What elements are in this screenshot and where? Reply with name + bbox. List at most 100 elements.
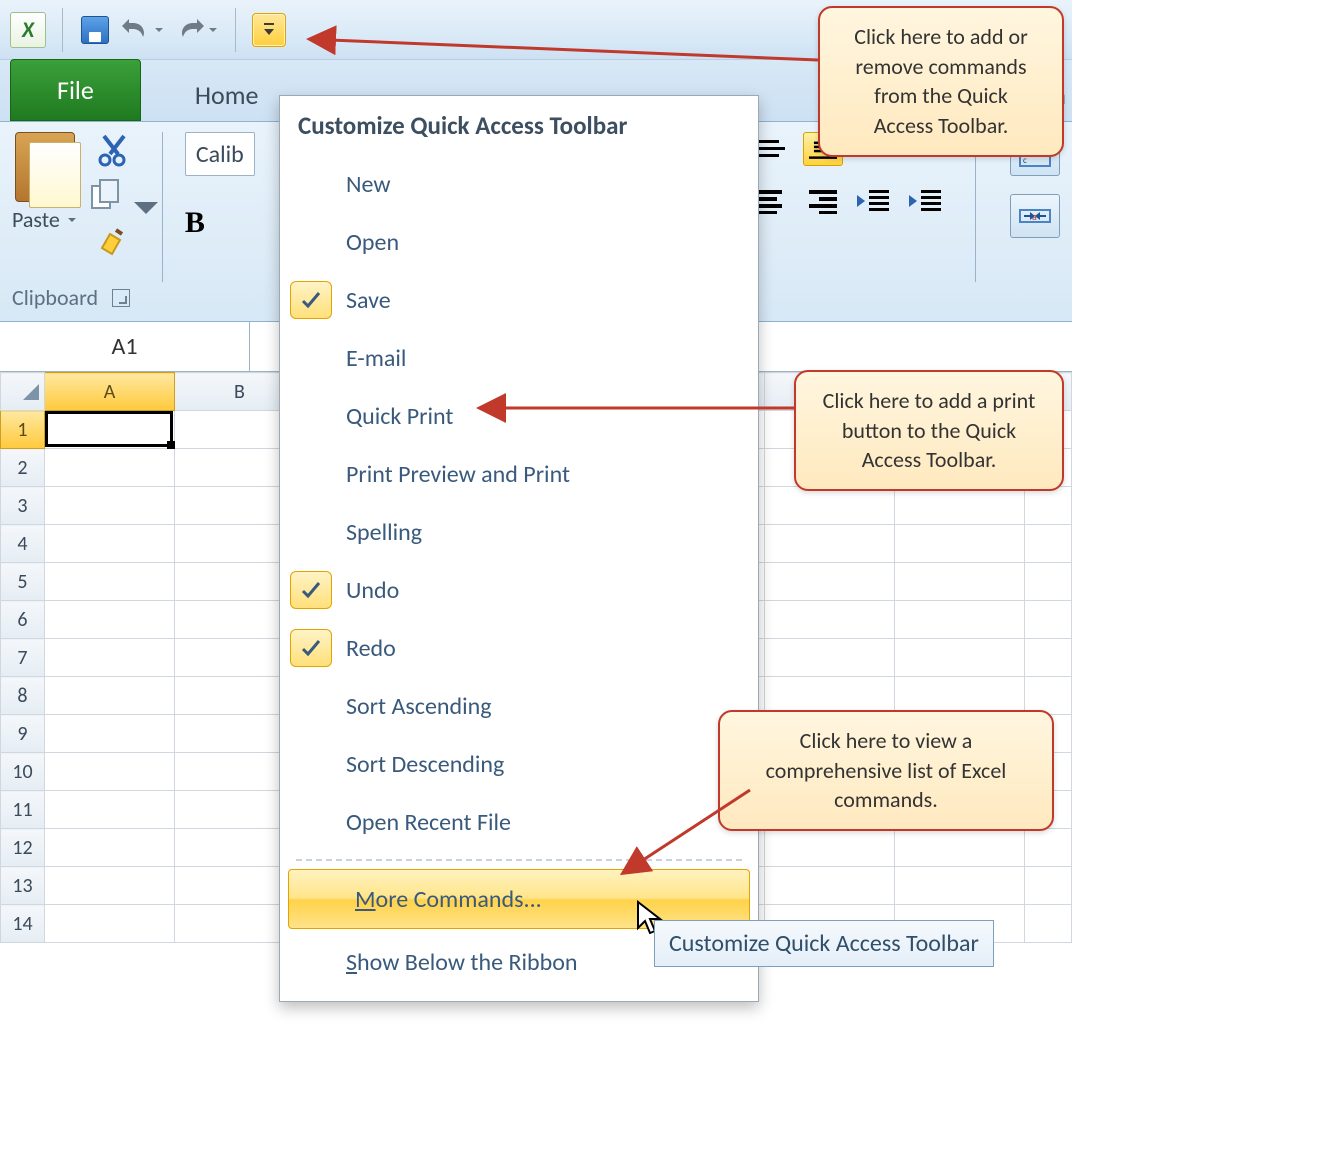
menu-item[interactable]: Sort Descending bbox=[280, 735, 758, 793]
cell[interactable] bbox=[1025, 487, 1072, 525]
row-header[interactable]: 10 bbox=[1, 753, 45, 791]
dropdown-icon[interactable] bbox=[128, 190, 140, 202]
check-icon bbox=[290, 571, 332, 609]
menu-item-label: New bbox=[346, 170, 390, 199]
cell[interactable] bbox=[45, 411, 175, 449]
cell[interactable] bbox=[1025, 829, 1072, 867]
cell[interactable] bbox=[895, 487, 1025, 525]
cell[interactable] bbox=[45, 715, 175, 753]
cell[interactable] bbox=[45, 563, 175, 601]
cell[interactable] bbox=[1025, 677, 1072, 715]
menu-item[interactable]: New bbox=[280, 155, 758, 213]
qat-redo-button[interactable] bbox=[175, 17, 219, 43]
menu-item[interactable]: Save bbox=[280, 271, 758, 329]
cell[interactable] bbox=[1025, 867, 1072, 905]
row-header[interactable]: 1 bbox=[1, 411, 45, 449]
cell[interactable] bbox=[765, 867, 895, 905]
row-header[interactable]: 11 bbox=[1, 791, 45, 829]
row-header[interactable]: 5 bbox=[1, 563, 45, 601]
cell[interactable] bbox=[765, 525, 895, 563]
menu-item[interactable]: Redo bbox=[280, 619, 758, 677]
paste-icon[interactable] bbox=[15, 132, 75, 202]
cell[interactable] bbox=[45, 525, 175, 563]
menu-separator bbox=[296, 859, 742, 861]
menu-item[interactable]: Sort Ascending bbox=[280, 677, 758, 735]
cell[interactable] bbox=[1025, 905, 1072, 943]
merge-center-icon[interactable]: a bbox=[1010, 194, 1060, 238]
menu-item[interactable]: Open bbox=[280, 213, 758, 271]
menu-item[interactable]: Quick Print bbox=[280, 387, 758, 445]
cell[interactable] bbox=[45, 601, 175, 639]
cell[interactable] bbox=[895, 601, 1025, 639]
cell[interactable] bbox=[45, 867, 175, 905]
column-header[interactable]: A bbox=[45, 373, 175, 411]
dropdown-icon[interactable] bbox=[153, 24, 165, 36]
select-all-button[interactable] bbox=[1, 373, 45, 411]
cut-icon[interactable] bbox=[96, 132, 132, 168]
check-icon bbox=[290, 803, 332, 841]
row-header[interactable]: 9 bbox=[1, 715, 45, 753]
qat-undo-button[interactable] bbox=[121, 17, 165, 43]
cell[interactable] bbox=[1025, 563, 1072, 601]
cell[interactable] bbox=[45, 753, 175, 791]
font-name-value: Calib bbox=[196, 140, 244, 169]
group-font-partial: Calib B bbox=[185, 132, 255, 311]
tab-file[interactable]: File bbox=[10, 59, 141, 121]
cell[interactable] bbox=[765, 639, 895, 677]
cell[interactable] bbox=[45, 449, 175, 487]
cell[interactable] bbox=[1025, 525, 1072, 563]
dropdown-icon[interactable] bbox=[207, 24, 219, 36]
cell[interactable] bbox=[765, 829, 895, 867]
format-painter-icon[interactable] bbox=[96, 224, 132, 260]
row-header[interactable]: 2 bbox=[1, 449, 45, 487]
row-header[interactable]: 13 bbox=[1, 867, 45, 905]
cell[interactable] bbox=[895, 639, 1025, 677]
align-right-icon[interactable] bbox=[803, 188, 837, 214]
cell[interactable] bbox=[895, 677, 1025, 715]
decrease-indent-icon[interactable] bbox=[855, 188, 889, 214]
paste-button[interactable]: Paste bbox=[12, 206, 78, 233]
row-header[interactable]: 14 bbox=[1, 905, 45, 943]
bold-button[interactable]: B bbox=[185, 206, 255, 240]
qat-save-button[interactable] bbox=[79, 14, 111, 46]
menu-item[interactable]: E-mail bbox=[280, 329, 758, 387]
menu-item[interactable]: Spelling bbox=[280, 503, 758, 561]
cell[interactable] bbox=[45, 791, 175, 829]
cell[interactable] bbox=[895, 525, 1025, 563]
font-name-combo[interactable]: Calib bbox=[185, 132, 255, 176]
menu-item[interactable]: Open Recent File bbox=[280, 793, 758, 851]
cell[interactable] bbox=[765, 601, 895, 639]
cell[interactable] bbox=[45, 905, 175, 943]
cell[interactable] bbox=[45, 487, 175, 525]
separator bbox=[235, 8, 236, 52]
row-header[interactable]: 6 bbox=[1, 601, 45, 639]
name-box[interactable]: A1 bbox=[0, 322, 250, 371]
row-header[interactable]: 3 bbox=[1, 487, 45, 525]
row-header[interactable]: 4 bbox=[1, 525, 45, 563]
cell[interactable] bbox=[765, 677, 895, 715]
cell[interactable] bbox=[45, 639, 175, 677]
check-icon bbox=[290, 629, 332, 667]
excel-logo-icon bbox=[10, 12, 46, 48]
dialog-launcher-icon[interactable] bbox=[112, 289, 130, 307]
cell[interactable] bbox=[1025, 601, 1072, 639]
row-header[interactable]: 8 bbox=[1, 677, 45, 715]
menu-item[interactable]: Undo bbox=[280, 561, 758, 619]
cell[interactable] bbox=[45, 829, 175, 867]
cell[interactable] bbox=[1025, 639, 1072, 677]
cell[interactable] bbox=[765, 487, 895, 525]
qat-customize-button[interactable] bbox=[252, 13, 286, 47]
cell[interactable] bbox=[895, 563, 1025, 601]
tab-home[interactable]: Home bbox=[169, 65, 285, 121]
cell[interactable] bbox=[765, 563, 895, 601]
menu-item-label: E-mail bbox=[346, 344, 406, 373]
menu-item[interactable]: Print Preview and Print bbox=[280, 445, 758, 503]
copy-icon[interactable] bbox=[88, 178, 140, 214]
increase-indent-icon[interactable] bbox=[907, 188, 941, 214]
cell[interactable] bbox=[45, 677, 175, 715]
row-header[interactable]: 7 bbox=[1, 639, 45, 677]
cell[interactable] bbox=[895, 867, 1025, 905]
dropdown-icon[interactable] bbox=[66, 214, 78, 226]
row-header[interactable]: 12 bbox=[1, 829, 45, 867]
cell[interactable] bbox=[895, 829, 1025, 867]
